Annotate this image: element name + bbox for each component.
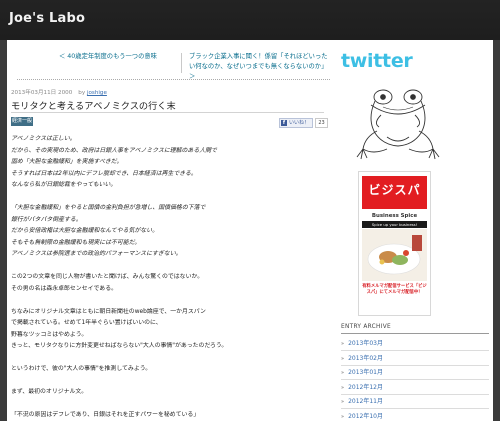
sidebar: twitter ビジスパ Business Spice Spice up you… (337, 40, 493, 421)
body-line: だから、その実現のため、政府は日銀人事をアベノミクスに理解のある人間で (11, 147, 217, 154)
page: Joe's Labo ＜ 40歳定年制度のもう一つの意味 ブラック企業入事に聞く… (0, 0, 500, 421)
arrow-icon: » (341, 399, 345, 405)
archive-item[interactable]: » 2013年01月 (341, 366, 489, 380)
author-link[interactable]: joshige (87, 90, 107, 96)
ad-tagline: Spice up your business! (362, 221, 427, 228)
archive-item[interactable]: » 2012年11月 (341, 395, 489, 409)
arrow-icon: » (341, 355, 345, 362)
next-post-link[interactable]: ブラック企業入事に聞く！係留「それほどいったい何なのか、なぜいつまでも無くならな… (189, 52, 329, 82)
body-line: だから安倍政権は大胆な金融緩和なんてやる気がない。 (11, 228, 158, 234)
business-spice-ad[interactable]: ビジスパ Business Spice Spice up your busine… (358, 171, 431, 316)
ad-brand-name: Business Spice (371, 213, 418, 219)
frog-illustration (356, 89, 440, 160)
arrow-icon: » (341, 384, 345, 391)
body-line: 銀行がバタバタ倒産する。 (11, 216, 82, 223)
ad-food-image (362, 229, 427, 281)
archive-item-label: 2012年11月 (348, 398, 383, 405)
body-line: そもそも無制限の金融緩和も現実には不可能だ。 (11, 239, 141, 246)
body-line: ちなみにオリジナル文章はともに朝日新聞社のweb論座で、一か月スパン (11, 308, 206, 315)
entry-archive-heading: ENTRY ARCHIVE (341, 324, 489, 334)
like-label: いいね！ (289, 120, 310, 126)
nav-divider (181, 53, 182, 73)
body-line: アベノミクスは参院選までの政治的パフォーマンスにすぎない。 (11, 251, 182, 257)
archive-item[interactable]: » 2012年10月 (341, 410, 489, 421)
arrow-icon: » (341, 370, 345, 376)
archive-item-label: 2013年01月 (348, 369, 383, 376)
body-line: そうすれば日本は2年以内にデフレ脱却でき、日本経済は再生できる。 (11, 170, 197, 177)
body-line: 野暮なツッコミはやめよう。 (11, 331, 88, 338)
body-line: アベノミクスは正しい。 (11, 136, 76, 142)
site-title[interactable]: Joe's Labo (9, 11, 85, 26)
like-count: 23 (315, 118, 328, 128)
facebook-like-button[interactable]: f いいね！ (279, 118, 313, 128)
main-content: ＜ 40歳定年制度のもう一つの意味 ブラック企業入事に聞く！係留「それほどいった… (7, 40, 493, 421)
archive-item-label: 2012年12月 (348, 383, 383, 391)
prev-post-link[interactable]: ＜ 40歳定年制度のもう一つの意味 (59, 52, 184, 62)
by-label: by (78, 90, 86, 96)
body-line: というわけで、彼の"大人の事情"を推測してみよう。 (11, 366, 152, 372)
body-line: 「不況の原因はデフレであり、日銀はそれを正すパワーを秘めている」 (11, 412, 200, 418)
archive-item[interactable]: » 2013年02月 (341, 352, 489, 366)
site-header: Joe's Labo (0, 0, 500, 40)
arrow-icon: » (341, 413, 345, 420)
ad-logo-text: ビジスパ (368, 183, 421, 197)
ad-caption: 有料メルマガ配信サービス「ビジスパ」にてメルマガ配信中！ (362, 284, 427, 295)
post-meta: 2013年03月11日 2000 by joshige (11, 88, 107, 96)
body-line: 固め「大胆な金融緩和」を実施すべきだ。 (11, 159, 123, 165)
body-line: その男の名は森永卓郎センセイである。 (11, 285, 117, 292)
body-line: まず、最初のオリジナル文。 (11, 389, 88, 395)
post-title: モリタクと考えるアベノミクスの行く末 (11, 101, 176, 112)
title-divider (11, 112, 324, 113)
post-date: 2013年03月11日 2000 (11, 90, 73, 96)
archive-item-label: 2013年03月 (348, 340, 383, 347)
body-line: なんなら私が日銀総裁をやってもいい。 (11, 182, 117, 188)
archive-item[interactable]: » 2013年03月 (341, 337, 489, 351)
ad-logo-block: ビジスパ (362, 176, 427, 209)
category-tag[interactable]: 経済一般 (11, 117, 33, 126)
twitter-logo[interactable]: twitter (341, 50, 413, 72)
body-line: で掲載されている。せめて1年半ぐらい置けばいいのに、 (11, 320, 162, 326)
archive-item[interactable]: » 2012年12月 (341, 381, 489, 395)
facebook-icon: f (281, 120, 287, 126)
arrow-icon: » (341, 341, 345, 347)
archive-item-label: 2012年10月 (348, 412, 383, 420)
body-line: この2つの文章を同じ人物が書いたと聞けば、みんな驚くのではないか。 (11, 274, 204, 280)
archive-item-label: 2013年02月 (348, 354, 383, 362)
body-line: きっと、モリタクなりに方針変更せねばならない"大人の事情"があったのだろう。 (11, 343, 228, 349)
post-navigation: ＜ 40歳定年制度のもう一つの意味 ブラック企業入事に聞く！係留「それほどいった… (17, 51, 330, 80)
body-line: 「大胆な金融緩和」をやると国債の金利負担が急増し、国債価格の下落で (11, 205, 206, 211)
